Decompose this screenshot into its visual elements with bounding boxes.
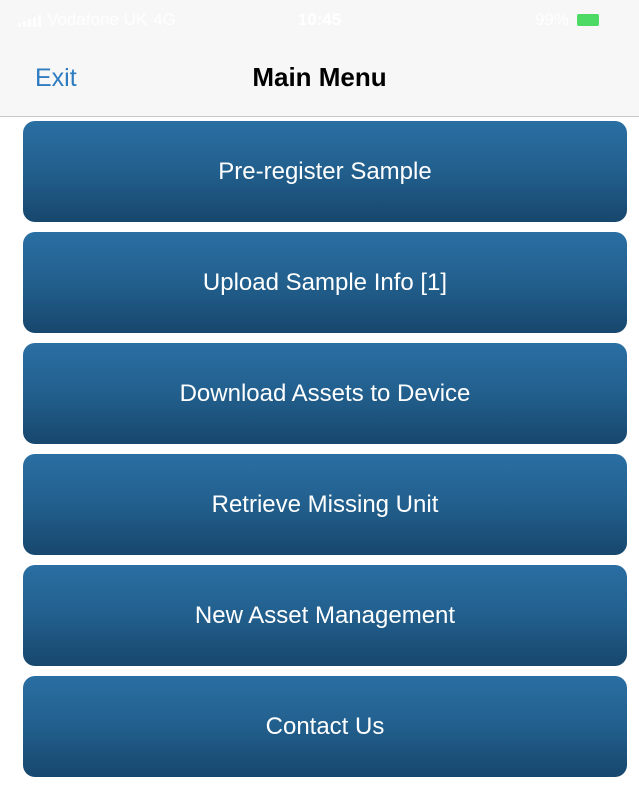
status-right: 99% — [535, 10, 599, 30]
battery-percent: 99% — [534, 10, 569, 29]
new-asset-management-button[interactable]: New Asset Management — [23, 565, 627, 666]
battery-icon — [577, 14, 599, 26]
retrieve-missing-unit-button[interactable]: Retrieve Missing Unit — [23, 454, 627, 555]
pre-register-sample-button[interactable]: Pre-register Sample — [23, 121, 627, 222]
main-menu: Pre-register Sample Upload Sample Info [… — [23, 121, 627, 787]
status-bar: Vodafone UK 4G 10:45 99% — [0, 0, 639, 40]
navigation-bar: Exit Main Menu — [0, 40, 639, 117]
contact-us-button[interactable]: Contact Us — [23, 676, 627, 777]
upload-sample-info-button[interactable]: Upload Sample Info [1] — [23, 232, 627, 333]
download-assets-button[interactable]: Download Assets to Device — [23, 343, 627, 444]
page-title: Main Menu — [252, 62, 387, 92]
